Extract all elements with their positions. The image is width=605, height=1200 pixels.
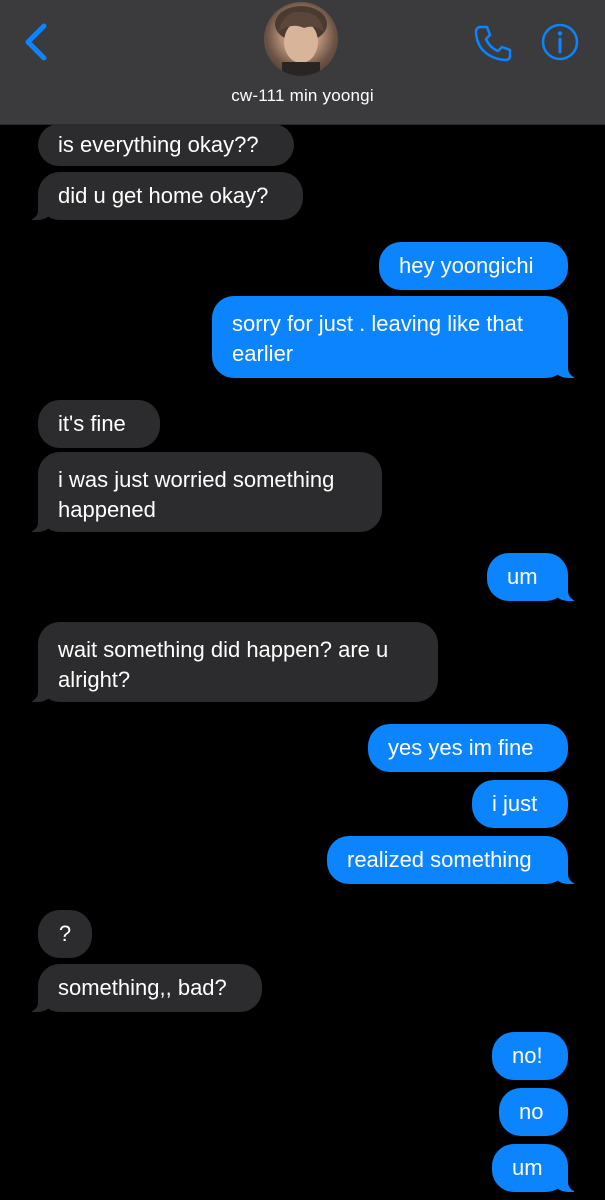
message-bubble-outgoing[interactable]: no!	[492, 1032, 568, 1080]
message-bubble-incoming[interactable]: did u get home okay?	[26, 172, 303, 220]
message-bubble-incoming[interactable]: something,, bad?	[26, 964, 262, 1012]
message-text: no!	[512, 1043, 543, 1068]
message-bubble-outgoing[interactable]: sorry for just . leaving like that earli…	[212, 296, 580, 378]
message-bubble-incoming[interactable]: ?	[38, 910, 92, 958]
message-bubble-outgoing[interactable]: um	[492, 1144, 580, 1192]
info-button[interactable]	[540, 22, 580, 62]
message-bubble-outgoing[interactable]: i just	[472, 780, 568, 828]
chevron-left-icon	[25, 23, 47, 61]
message-bubble-outgoing[interactable]: hey yoongichi	[379, 242, 568, 290]
conversation-header: cw-111 min yoongi	[0, 0, 605, 125]
contact-name[interactable]: cw-111 min yoongi	[0, 86, 605, 106]
message-bubble-outgoing[interactable]: yes yes im fine	[368, 724, 568, 772]
message-bubble-incoming[interactable]: wait something did happen? are u alright…	[26, 622, 438, 702]
message-text: yes yes im fine	[388, 735, 534, 760]
message-bubble-incoming[interactable]: is everything okay??	[38, 124, 294, 166]
info-icon	[541, 23, 579, 61]
message-text: no	[519, 1099, 544, 1124]
phone-icon	[474, 25, 512, 62]
message-bubble-outgoing[interactable]: no	[499, 1088, 568, 1136]
avatar-photo	[275, 6, 327, 76]
back-button[interactable]	[18, 20, 58, 64]
message-text: something,, bad?	[58, 975, 227, 1000]
message-text: um	[507, 564, 538, 589]
message-text: wait something did happen? are u alright…	[58, 637, 389, 692]
message-text: realized something	[347, 847, 532, 872]
message-text: i just	[492, 791, 538, 816]
message-bubble-incoming[interactable]: i was just worried something happened	[26, 452, 382, 532]
message-text: it's fine	[58, 411, 126, 436]
message-bubble-incoming[interactable]: it's fine	[38, 400, 160, 448]
message-text: um	[512, 1155, 543, 1180]
contact-avatar[interactable]	[264, 2, 338, 76]
message-text: did u get home okay?	[58, 183, 269, 208]
message-text: sorry for just . leaving like that earli…	[232, 311, 524, 366]
message-text: hey yoongichi	[399, 253, 534, 278]
message-bubble-outgoing[interactable]: realized something	[327, 836, 580, 884]
message-bubble-outgoing[interactable]: um	[487, 553, 580, 601]
message-text: is everything okay??	[58, 132, 259, 157]
call-button[interactable]	[472, 22, 514, 64]
message-text: i was just worried something happened	[58, 467, 335, 522]
message-text: ?	[58, 921, 72, 946]
message-thread[interactable]: is everything okay?? did u get home okay…	[0, 124, 605, 1200]
